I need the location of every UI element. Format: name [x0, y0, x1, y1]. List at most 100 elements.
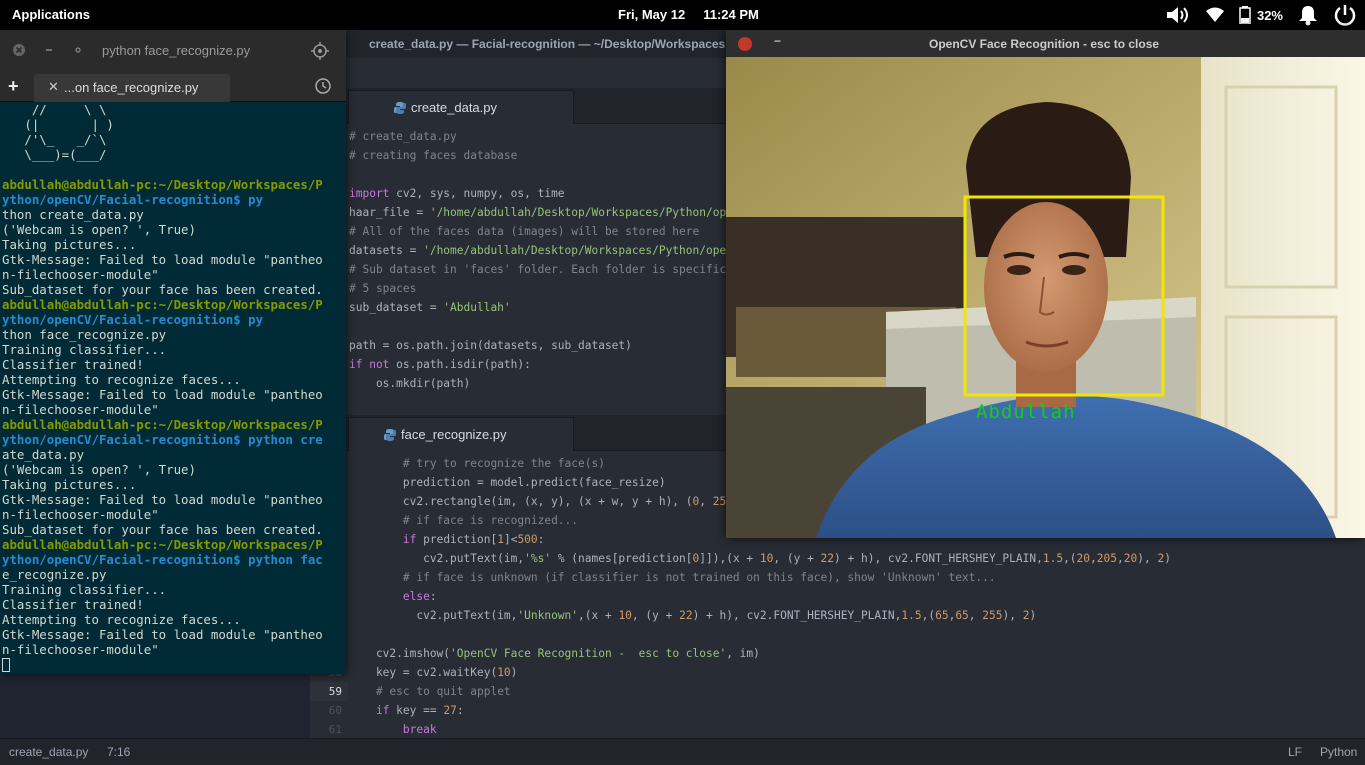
terminal-line: Gtk-Message: Failed to load module "pant…: [2, 627, 323, 642]
tab-face-recognize[interactable]: face_recognize.py: [348, 417, 574, 451]
code-line[interactable]: if not os.path.isdir(path):: [349, 355, 531, 374]
code-line[interactable]: # Sub dataset in 'faces' folder. Each fo…: [349, 260, 740, 279]
terminal-line: Training classifier...: [2, 342, 167, 357]
status-file-name[interactable]: create_data.py: [9, 745, 88, 759]
code-line[interactable]: haar_file = '/home/abdullah/Desktop/Work…: [349, 203, 746, 222]
code-line[interactable]: cv2.rectangle(im, (x, y), (x + w, y + h)…: [349, 492, 740, 511]
clock[interactable]: Fri, May 12 11:24 PM: [618, 7, 777, 22]
terminal-window[interactable]: python face_recognize.py + ✕ ...on face_…: [0, 30, 346, 674]
minimize-icon[interactable]: −: [774, 34, 781, 48]
line-ending[interactable]: LF: [1288, 745, 1302, 759]
terminal-tab-label: ...on face_recognize.py: [64, 80, 199, 95]
editor-window-title: create_data.py — Facial-recognition — ~/…: [369, 37, 726, 51]
terminal-line: n-filechooser-module": [2, 267, 159, 282]
terminal-line: Taking pictures...: [2, 477, 137, 492]
terminal-line: n-filechooser-module": [2, 507, 159, 522]
terminal-line: ('Webcam is open? ', True): [2, 222, 196, 237]
volume-icon[interactable]: [1165, 4, 1191, 26]
clock-date: Fri, May 12: [618, 7, 686, 22]
code-line[interactable]: # creating faces database: [349, 146, 517, 165]
line-number: 60: [328, 704, 342, 717]
minimize-icon[interactable]: [44, 43, 54, 60]
terminal-tab-bar: + ✕ ...on face_recognize.py: [0, 72, 346, 102]
terminal-line: Sub_dataset for your face has been creat…: [2, 522, 323, 537]
terminal-line: Taking pictures...: [2, 237, 137, 252]
terminal-line: Gtk-Message: Failed to load module "pant…: [2, 252, 323, 267]
tab-label: face_recognize.py: [401, 427, 507, 442]
new-tab-icon[interactable]: +: [8, 76, 19, 97]
opencv-title-bar: − OpenCV Face Recognition - esc to close: [726, 30, 1365, 57]
terminal-tab[interactable]: ✕ ...on face_recognize.py: [34, 74, 230, 102]
notifications-icon[interactable]: [1297, 4, 1319, 26]
code-line[interactable]: cv2.putText(im,'Unknown',(x + 10, (y + 2…: [349, 606, 1036, 625]
line-number: 61: [328, 723, 342, 736]
code-line[interactable]: # if face is unknown (if classifier is n…: [349, 568, 996, 587]
code-line[interactable]: # esc to quit applet: [349, 682, 511, 701]
terminal-line: ython/openCV/Facial-recognition$ python …: [2, 552, 323, 567]
terminal-line: Classifier trained!: [2, 357, 144, 372]
grammar-selector[interactable]: Python: [1320, 745, 1357, 759]
webcam-frame: Abdullah: [726, 57, 1365, 538]
close-tab-icon[interactable]: ✕: [48, 79, 59, 95]
face-label: Abdullah: [976, 401, 1076, 423]
terminal-line: n-filechooser-module": [2, 642, 159, 657]
code-line[interactable]: # if face is recognized...: [349, 511, 578, 530]
terminal-line: ython/openCV/Facial-recognition$ py: [2, 192, 264, 207]
opencv-window-title: OpenCV Face Recognition - esc to close: [929, 37, 1160, 51]
top-panel: Applications Fri, May 12 11:24 PM 32%: [0, 0, 1365, 30]
code-line[interactable]: datasets = '/home/abdullah/Desktop/Works…: [349, 241, 740, 260]
history-icon[interactable]: [314, 77, 332, 98]
terminal-line: ython/openCV/Facial-recognition$ py: [2, 312, 264, 327]
wifi-icon[interactable]: [1205, 6, 1225, 24]
code-line[interactable]: else:: [349, 587, 437, 606]
code-line[interactable]: import cv2, sys, numpy, os, time: [349, 184, 565, 203]
terminal-line: ython/openCV/Facial-recognition$ python …: [2, 432, 323, 447]
opencv-window[interactable]: − OpenCV Face Recognition - esc to close: [726, 30, 1365, 538]
maximize-icon[interactable]: [73, 43, 83, 60]
python-file-icon: [393, 101, 407, 118]
crosshair-icon[interactable]: [311, 42, 329, 63]
code-line[interactable]: # 5 spaces: [349, 279, 416, 298]
code-line[interactable]: # try to recognize the face(s): [349, 454, 605, 473]
system-tray: 32%: [1165, 3, 1357, 27]
code-line[interactable]: if prediction[1]<500:: [349, 530, 545, 549]
power-icon[interactable]: [1333, 3, 1357, 27]
close-icon[interactable]: [738, 37, 752, 51]
code-line[interactable]: cv2.imshow('OpenCV Face Recognition - es…: [349, 644, 760, 663]
terminal-line: Sub_dataset for your face has been creat…: [2, 282, 323, 297]
code-line[interactable]: sub_dataset = 'Abdullah': [349, 298, 511, 317]
code-line[interactable]: os.mkdir(path): [349, 374, 470, 393]
tab-label: create_data.py: [411, 100, 498, 115]
python-file-icon: [383, 428, 397, 445]
terminal-line: e_recognize.py: [2, 567, 107, 582]
status-bar: create_data.py 7:16 LF Python: [0, 738, 1365, 765]
code-line[interactable]: # create_data.py: [349, 127, 457, 146]
battery-percentage: 32%: [1256, 7, 1283, 23]
close-icon[interactable]: [12, 43, 26, 60]
terminal-line: abdullah@abdullah-pc:~/Desktop/Workspace…: [2, 537, 323, 552]
applications-menu[interactable]: Applications: [12, 7, 90, 22]
code-line[interactable]: path = os.path.join(datasets, sub_datase…: [349, 336, 632, 355]
line-number: 59: [310, 682, 348, 701]
terminal-line: \___)=(___/: [2, 147, 107, 162]
tab-create-data[interactable]: create_data.py: [348, 90, 574, 124]
code-line[interactable]: # All of the faces data (images) will be…: [349, 222, 699, 241]
code-line[interactable]: break: [349, 720, 437, 738]
terminal-line: Gtk-Message: Failed to load module "pant…: [2, 387, 323, 402]
battery-icon[interactable]: 32%: [1239, 6, 1283, 24]
terminal-line: Attempting to recognize faces...: [2, 612, 241, 627]
terminal-line: abdullah@abdullah-pc:~/Desktop/Workspace…: [2, 297, 323, 312]
terminal-line: // \ \: [2, 102, 107, 117]
code-line[interactable]: if key == 27:: [349, 701, 464, 720]
code-line[interactable]: prediction = model.predict(face_resize): [349, 473, 666, 492]
cursor-position[interactable]: 7:16: [107, 745, 130, 759]
terminal-cursor: [2, 658, 10, 672]
webcam-image: Abdullah: [726, 57, 1365, 538]
terminal-line: Classifier trained!: [2, 597, 144, 612]
terminal-line: ate_data.py: [2, 447, 85, 462]
terminal-line: abdullah@abdullah-pc:~/Desktop/Workspace…: [2, 417, 323, 432]
code-line[interactable]: cv2.putText(im,'%s' % (names[prediction[…: [349, 549, 1171, 568]
terminal-line: thon create_data.py: [2, 207, 144, 222]
code-line[interactable]: key = cv2.waitKey(10): [349, 663, 517, 682]
terminal-output[interactable]: // \ \ (| | ) /'\_ _/`\ \___)=(___/abdul…: [0, 102, 346, 674]
